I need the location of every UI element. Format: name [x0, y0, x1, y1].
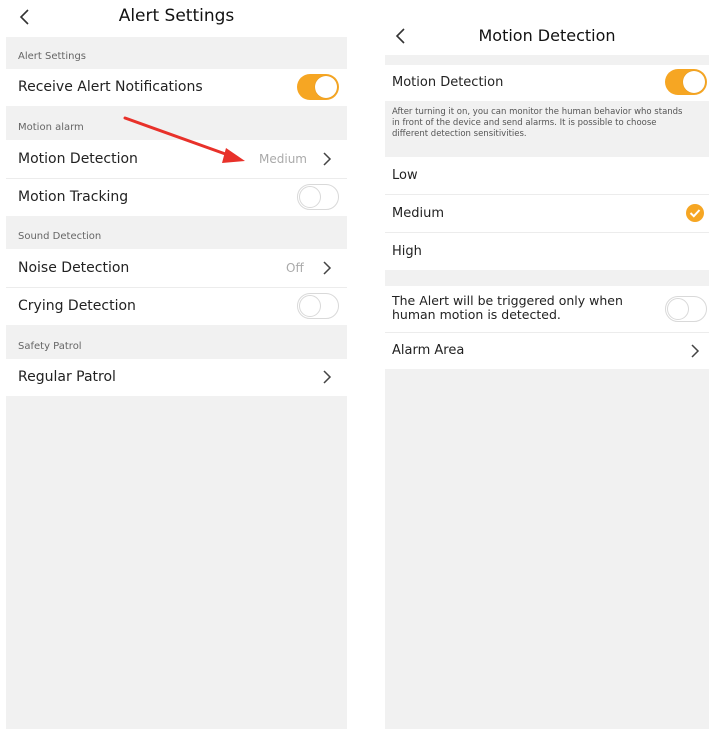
- sensitivity-option-low[interactable]: Low: [385, 157, 709, 194]
- navbar: Alert Settings: [6, 0, 347, 37]
- human-only-toggle[interactable]: [665, 296, 707, 322]
- row-label: Crying Detection: [18, 298, 136, 314]
- section-label-alert-settings: Alert Settings: [18, 51, 86, 62]
- alert-settings-screen: Alert Settings Alert Settings Receive Al…: [6, 0, 347, 729]
- section-label-safety-patrol: Safety Patrol: [18, 341, 82, 352]
- row-alarm-area[interactable]: Alarm Area: [385, 333, 709, 369]
- row-label: Motion Detection: [392, 75, 504, 90]
- row-label: Motion Detection: [18, 151, 138, 167]
- row-label: Regular Patrol: [18, 369, 116, 385]
- row-receive-alert-notifications[interactable]: Receive Alert Notifications: [6, 69, 347, 106]
- row-motion-detection[interactable]: Motion Detection Medium: [6, 140, 347, 178]
- row-label: The Alert will be triggered only when hu…: [392, 293, 623, 322]
- navbar: Motion Detection: [385, 0, 709, 55]
- motion-detection-value: Medium: [259, 152, 307, 166]
- crying-detection-toggle[interactable]: [297, 293, 339, 319]
- row-motion-detection-toggle[interactable]: Motion Detection: [385, 65, 709, 101]
- sensitivity-option-medium[interactable]: Medium: [385, 195, 709, 232]
- row-label: Alarm Area: [392, 343, 465, 358]
- noise-detection-value: Off: [286, 261, 304, 275]
- option-label: Medium: [392, 206, 444, 221]
- page-title: Alert Settings: [118, 6, 235, 26]
- chevron-right-icon: [691, 344, 700, 358]
- row-label: Noise Detection: [18, 260, 130, 276]
- row-human-only-alert[interactable]: The Alert will be triggered only when hu…: [385, 286, 709, 332]
- option-label: High: [392, 244, 422, 259]
- row-regular-patrol[interactable]: Regular Patrol: [6, 359, 347, 396]
- checkmark-icon: [686, 204, 704, 222]
- section-label-motion-alarm: Motion alarm: [18, 122, 84, 133]
- chevron-right-icon: [323, 370, 332, 384]
- motion-tracking-toggle[interactable]: [297, 184, 339, 210]
- motion-detection-screen: Motion Detection Motion Detection After …: [385, 0, 709, 729]
- row-label: Receive Alert Notifications: [18, 79, 203, 95]
- sensitivity-option-high[interactable]: High: [385, 233, 709, 270]
- chevron-right-icon: [323, 261, 332, 275]
- row-motion-tracking[interactable]: Motion Tracking: [6, 179, 347, 216]
- page-title: Motion Detection: [478, 26, 616, 45]
- row-crying-detection[interactable]: Crying Detection: [6, 288, 347, 325]
- motion-detection-description: After turning it on, you can monitor the…: [392, 107, 683, 139]
- chevron-right-icon: [323, 152, 332, 166]
- row-noise-detection[interactable]: Noise Detection Off: [6, 249, 347, 287]
- row-label: Motion Tracking: [18, 189, 129, 205]
- section-label-sound-detection: Sound Detection: [18, 231, 102, 242]
- receive-alert-toggle[interactable]: [297, 74, 339, 100]
- option-label: Low: [392, 168, 418, 183]
- motion-detection-toggle[interactable]: [665, 69, 707, 95]
